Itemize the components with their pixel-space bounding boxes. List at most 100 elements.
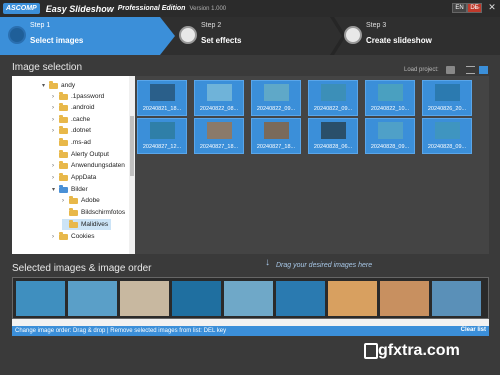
strip-scrollbar[interactable] [12,319,489,326]
folder-icon [59,149,68,158]
language-en-button[interactable]: EN [452,3,467,13]
tree-item-android[interactable]: › .android [52,102,95,113]
order-frame[interactable] [224,281,273,316]
thumbnail-image [435,84,460,101]
watermark-text: gfxtra.com [378,342,460,359]
tree-item-cache[interactable]: › .cache [52,114,90,125]
tree-item-bildschirmfotos[interactable]: Bildschirmfotos [62,207,125,218]
image-thumbnail[interactable]: 20240822_09... [308,80,358,116]
step-3-label: Create slideshow [366,36,432,45]
pictures-folder-icon [59,184,68,193]
image-thumbnail[interactable]: 20240827_12... [137,118,187,154]
folder-icon [69,195,78,204]
version-label: Version 1.000 [189,5,227,12]
folder-icon [49,80,58,89]
step-1-number: Step 1 [30,22,51,29]
collapsed-arrow-icon[interactable]: › [52,175,59,181]
image-thumbnail[interactable]: 20240822_08... [194,80,244,116]
folder-tree[interactable]: ▾ andy › .1password › .android › .cache › .do… [12,76,135,254]
collapsed-arrow-icon[interactable]: › [52,117,59,123]
thumbnail-image [150,122,175,139]
image-thumbnail[interactable]: 20240822_09... [251,80,301,116]
tree-item-bilder[interactable]: ▾ Bilder [52,184,88,195]
order-frame[interactable] [432,281,481,316]
image-selection-title: Image selection [12,62,83,73]
folder-icon [59,160,68,169]
image-order-strip[interactable] [12,277,489,319]
step-1-circle-icon [8,26,26,44]
tree-item-ms-ad[interactable]: .ms-ad [52,137,91,148]
folder-open-icon[interactable] [446,66,455,74]
title-bar: ASCOMP Easy Slideshow Professional Editi… [0,0,500,17]
tree-item-malidives[interactable]: Malidives [62,219,112,230]
collapsed-arrow-icon[interactable]: › [62,198,69,204]
thumbnail-image [435,122,460,139]
drag-hint: Drag your desired images here [276,262,373,269]
tree-item-dotnet[interactable]: › .dotnet [52,125,91,136]
folder-icon [59,125,68,134]
collapsed-arrow-icon[interactable]: › [52,163,59,169]
image-thumbnail[interactable]: 20240828_09... [365,118,415,154]
close-button[interactable]: ✕ [485,1,499,13]
thumbnail-image [207,84,232,101]
tree-item-adobe[interactable]: › Adobe [62,195,100,206]
tree-item-andy[interactable]: ▾ andy [42,80,75,91]
order-frame[interactable] [68,281,117,316]
order-instructions: Change image order: Drag & drop | Remove… [15,328,227,334]
order-frame[interactable] [16,281,65,316]
image-thumbnail[interactable]: 20240827_18... [194,118,244,154]
folder-icon [59,231,68,240]
down-arrow-icon: ↓ [265,257,270,268]
image-grid[interactable]: 20240821_18... 20240822_08... 20240822_0… [135,76,489,254]
order-frame[interactable] [120,281,169,316]
image-thumbnail[interactable]: 20240828_06... [308,118,358,154]
image-thumbnail[interactable]: 20240821_18... [137,80,187,116]
list-view-icon[interactable] [466,66,475,74]
load-project-label: Load project: [404,67,439,73]
step-2-circle-icon [179,26,197,44]
watermark-icon [364,343,378,359]
image-thumbnail[interactable]: 20240822_10... [365,80,415,116]
thumbnail-image [207,122,232,139]
tree-item-cookies[interactable]: › Cookies [52,231,94,242]
image-thumbnail[interactable]: 20240827_18... [251,118,301,154]
step-2-label: Set effects [201,36,242,45]
collapsed-arrow-icon[interactable]: › [52,234,59,240]
order-instructions-bar: Change image order: Drag & drop | Remove… [12,326,489,336]
thumbnail-image [264,84,289,101]
collapsed-arrow-icon[interactable]: › [52,94,59,100]
folder-icon [69,219,78,228]
step-3[interactable]: Step 3 Create slideshow [342,17,500,55]
tree-item-anwendungsdaten[interactable]: › Anwendungsdaten [52,160,125,171]
step-1[interactable]: Step 1 Select images [0,17,175,55]
wizard-steps: Step 1 Select images Step 2 Set effects … [0,17,500,55]
expanded-arrow-icon[interactable]: ▾ [52,186,59,193]
order-frame[interactable] [328,281,377,316]
thumbnail-image [321,84,346,101]
step-2[interactable]: Step 2 Set effects [175,17,325,55]
tree-item-appdata[interactable]: › AppData [52,172,96,183]
thumbnail-image [264,122,289,139]
ascomp-logo: ASCOMP [3,3,40,14]
minimize-button[interactable]: – [470,1,484,13]
thumbnail-image [378,84,403,101]
tree-scrollbar-thumb[interactable] [130,116,134,176]
step-3-circle-icon [344,26,362,44]
order-frame[interactable] [380,281,429,316]
order-frame[interactable] [276,281,325,316]
clear-list-button[interactable]: Clear list [461,327,486,333]
step-3-number: Step 3 [366,22,387,29]
tree-item-alerty-output[interactable]: Alerty Output [52,149,109,160]
folder-icon [69,207,78,216]
folder-icon [59,137,68,146]
app-title: Easy Slideshow [45,3,114,14]
collapsed-arrow-icon[interactable]: › [52,105,59,111]
tree-item-1password[interactable]: › .1password [52,91,104,102]
grid-view-icon[interactable] [479,66,488,74]
edition-label: Professional Edition [117,5,186,12]
expanded-arrow-icon[interactable]: ▾ [42,82,49,89]
order-frame[interactable] [172,281,221,316]
image-thumbnail[interactable]: 20240828_09... [422,118,472,154]
image-thumbnail[interactable]: 20240826_20... [422,80,472,116]
collapsed-arrow-icon[interactable]: › [52,128,59,134]
